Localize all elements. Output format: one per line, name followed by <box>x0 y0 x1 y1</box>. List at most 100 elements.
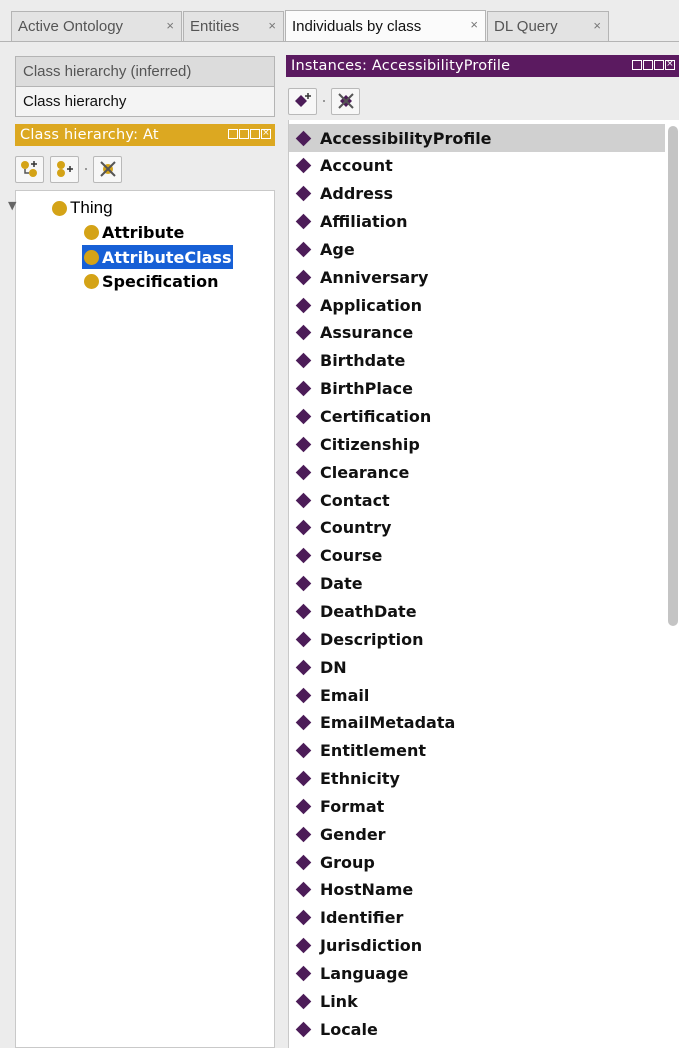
class-icon <box>84 273 99 289</box>
horizontal-split-icon[interactable] <box>643 60 653 70</box>
add-sibling-class-button[interactable] <box>50 155 79 183</box>
instance-label: EmailMetadata <box>320 713 456 733</box>
instance-label: HostName <box>320 880 414 900</box>
individual-diamond-icon <box>295 882 312 898</box>
close-icon[interactable]: × <box>593 18 601 33</box>
instance-label: Citizenship <box>320 434 420 454</box>
instance-label: Application <box>320 295 423 315</box>
scrollbar[interactable] <box>668 126 678 626</box>
individual-diamond-icon <box>295 492 312 508</box>
tree-node-attributeclass[interactable]: AttributeClass <box>82 245 234 269</box>
instance-label: Affiliation <box>320 212 408 232</box>
instance-row[interactable]: HostName <box>289 876 665 904</box>
instance-row[interactable]: BirthPlace <box>289 375 665 403</box>
tree-node-specification[interactable]: Specification <box>84 269 218 293</box>
view-tab-class-hierarchy-inferred[interactable]: Class hierarchy (inferred) <box>15 56 275 87</box>
instance-row[interactable]: Address <box>289 180 665 208</box>
tab-label: Active Ontology <box>18 18 124 35</box>
instance-label: Assurance <box>320 323 414 343</box>
instance-row[interactable]: Gender <box>289 820 665 848</box>
individual-diamond-icon <box>295 408 312 425</box>
tab-entities[interactable]: Entities × <box>183 11 284 41</box>
instance-row[interactable]: Locale <box>289 1015 665 1043</box>
close-icon[interactable]: × <box>470 17 478 32</box>
instance-label: Address <box>320 184 394 204</box>
instance-row[interactable]: Contact <box>289 486 665 514</box>
add-individual-icon <box>294 93 311 107</box>
instance-row[interactable]: Link <box>289 987 665 1015</box>
instance-row[interactable]: Country <box>289 514 665 542</box>
instance-row[interactable]: Jurisdiction <box>289 932 665 960</box>
instance-label: Format <box>320 796 385 816</box>
class-tree <box>15 190 275 1048</box>
instance-row[interactable]: Age <box>289 235 665 263</box>
instance-label: BirthPlace <box>320 379 413 399</box>
instance-row[interactable]: Ethnicity <box>289 765 665 793</box>
add-subclass-button[interactable] <box>15 155 44 183</box>
instance-row[interactable]: Application <box>289 291 665 319</box>
instance-row[interactable]: DN <box>289 653 665 681</box>
instance-row[interactable]: Language <box>289 960 665 988</box>
view-tab-class-hierarchy[interactable]: Class hierarchy <box>15 86 275 117</box>
instance-row[interactable]: Date <box>289 570 665 598</box>
close-view-icon[interactable]: × <box>261 129 271 139</box>
tree-node-thing[interactable]: Thing <box>52 196 113 220</box>
panel-title: Class hierarchy: At <box>20 127 159 143</box>
tree-node-attribute[interactable]: Attribute <box>84 220 184 244</box>
instance-label: Entitlement <box>320 741 426 761</box>
instance-row[interactable]: Description <box>289 625 665 653</box>
class-toolbar <box>15 153 122 185</box>
tab-individuals-by-class[interactable]: Individuals by class × <box>285 10 486 42</box>
individual-diamond-icon <box>295 798 312 815</box>
individual-diamond-icon <box>295 353 312 369</box>
instance-label: Age <box>320 239 355 259</box>
maximize-view-icon[interactable] <box>250 129 260 139</box>
delete-class-button[interactable] <box>93 155 122 183</box>
instance-row[interactable]: Account <box>289 152 665 180</box>
split-view-icon[interactable] <box>632 60 642 70</box>
expand-arrow-icon[interactable]: ▼ <box>8 199 16 212</box>
instance-label: Anniversary <box>320 267 429 287</box>
individual-diamond-icon <box>295 770 312 787</box>
instance-row[interactable]: Birthdate <box>289 347 665 375</box>
tree-node-label: Thing <box>70 198 113 217</box>
maximize-view-icon[interactable] <box>654 60 664 70</box>
instances-toolbar <box>288 85 360 117</box>
instance-row[interactable]: Affiliation <box>289 208 665 236</box>
instance-row[interactable]: Clearance <box>289 458 665 486</box>
individual-diamond-icon <box>295 826 312 843</box>
tab-active-ontology[interactable]: Active Ontology × <box>11 11 182 41</box>
delete-individual-button[interactable] <box>331 87 360 115</box>
split-view-icon[interactable] <box>228 129 238 139</box>
individual-diamond-icon <box>295 742 312 759</box>
individual-diamond-icon <box>295 575 312 592</box>
instance-row[interactable]: Entitlement <box>289 737 665 765</box>
tab-label: Entities <box>190 18 240 35</box>
instance-row[interactable]: Anniversary <box>289 263 665 291</box>
instance-row[interactable]: AccessibilityProfile <box>289 124 665 152</box>
add-individual-button[interactable] <box>288 87 317 115</box>
instance-row[interactable]: Group <box>289 848 665 876</box>
instances-header: Instances: AccessibilityProfile × <box>286 55 679 77</box>
tree-node-label: AttributeClass <box>102 247 232 267</box>
instance-row[interactable]: Course <box>289 542 665 570</box>
instance-row[interactable]: EmailMetadata <box>289 709 665 737</box>
close-icon[interactable]: × <box>268 18 276 33</box>
instance-row[interactable]: DeathDate <box>289 597 665 625</box>
panel-splitter[interactable] <box>277 46 286 1048</box>
instance-row[interactable]: Citizenship <box>289 430 665 458</box>
instance-row[interactable]: Certification <box>289 403 665 431</box>
individual-diamond-icon <box>295 325 312 341</box>
individual-diamond-icon <box>295 464 312 480</box>
instance-row[interactable]: Email <box>289 681 665 709</box>
tab-label: Individuals by class <box>292 18 422 35</box>
instance-row[interactable]: Identifier <box>289 904 665 932</box>
instance-row[interactable]: Assurance <box>289 319 665 347</box>
instances-list: AccessibilityProfile Account Address Affili… <box>288 120 679 1048</box>
horizontal-split-icon[interactable] <box>239 129 249 139</box>
close-icon[interactable]: × <box>166 18 174 33</box>
tab-dl-query[interactable]: DL Query × <box>487 11 609 41</box>
close-view-icon[interactable]: × <box>665 60 675 70</box>
instance-row[interactable]: Format <box>289 792 665 820</box>
instance-label: Birthdate <box>320 351 406 371</box>
